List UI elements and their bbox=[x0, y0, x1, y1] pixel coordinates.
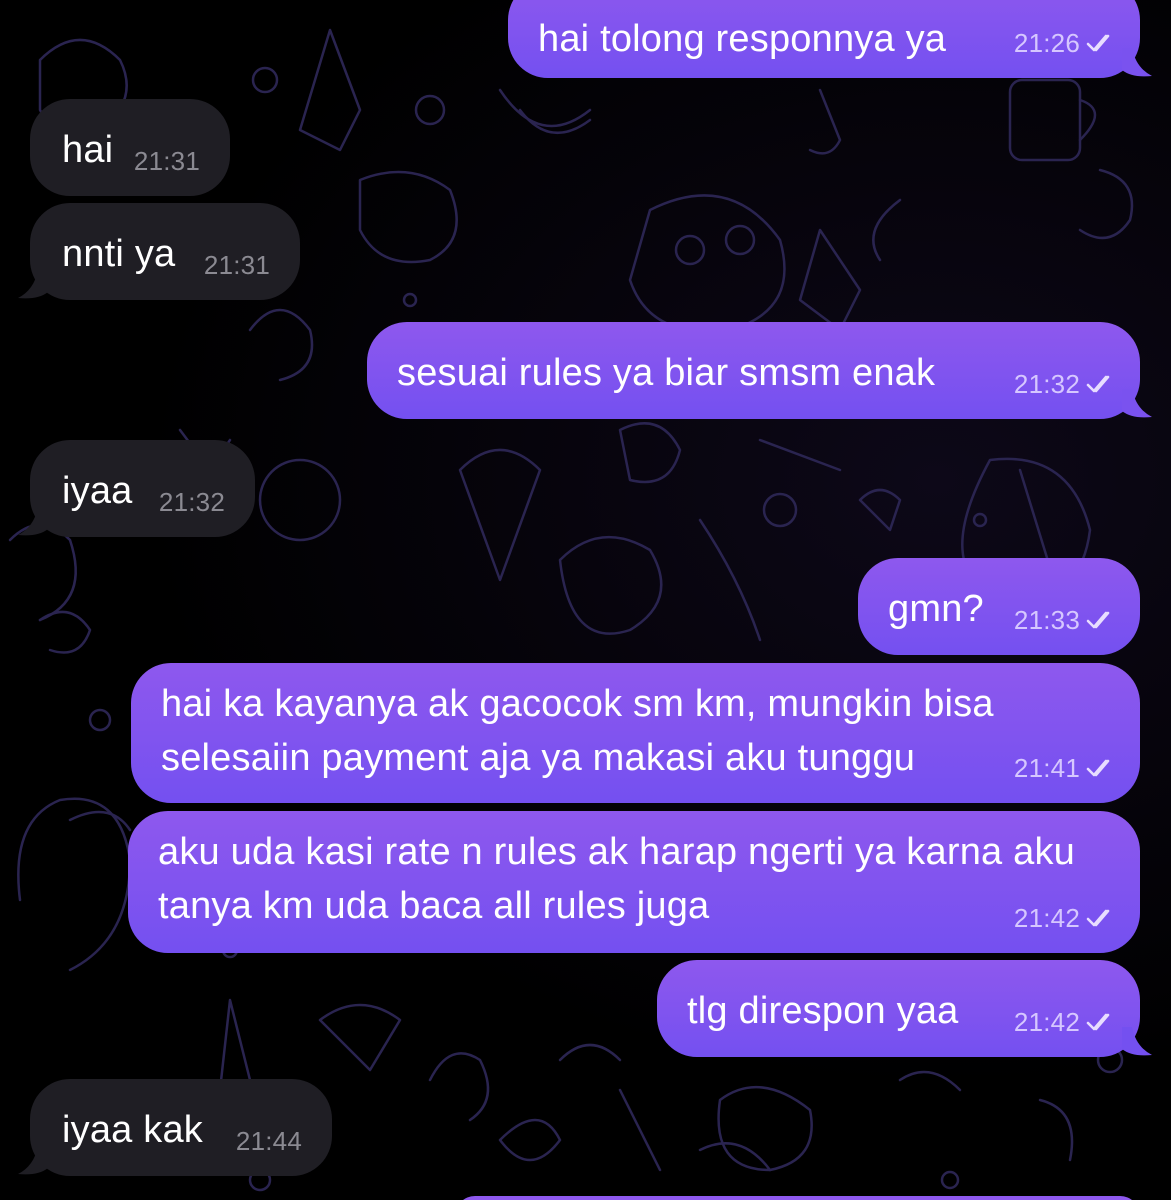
message-bubble-incoming[interactable]: nnti ya 21:31 bbox=[18, 203, 300, 300]
message-text: aku uda kasi rate n rules ak harap ngert… bbox=[158, 831, 1086, 927]
message-meta: 21:31 bbox=[204, 250, 270, 280]
message-meta: 21:42 bbox=[1014, 903, 1116, 933]
read-double-check-icon bbox=[1086, 375, 1110, 393]
message-bubble-outgoing[interactable]: gmn? 21:33 bbox=[858, 558, 1140, 655]
read-double-check-icon bbox=[1086, 1013, 1110, 1031]
message-meta: 21:32 bbox=[159, 487, 225, 517]
message-text: hai ka kayanya ak gacocok sm km, mungkin… bbox=[161, 683, 1005, 779]
message-meta: 21:26 bbox=[1014, 28, 1116, 58]
bubble-tail bbox=[18, 270, 48, 299]
message-time: 21:32 bbox=[1013, 369, 1080, 399]
message-time: 21:31 bbox=[133, 146, 200, 176]
message-bubble-incoming[interactable]: hai 21:31 bbox=[30, 99, 230, 196]
message-meta: 21:41 bbox=[1014, 753, 1116, 783]
message-text: sesuai rules ya biar smsm enak bbox=[397, 352, 936, 394]
message-meta: 21:32 bbox=[1014, 369, 1116, 399]
read-double-check-icon bbox=[1086, 909, 1110, 927]
bubble-tail bbox=[18, 1146, 48, 1175]
message-meta: 21:33 bbox=[1014, 605, 1116, 635]
bubble-tail bbox=[1122, 1027, 1152, 1056]
message-bubble-outgoing[interactable]: sesuai rules ya biar smsm enak 21:32 bbox=[367, 322, 1152, 419]
message-bubble-incoming[interactable]: iyaa kak 21:44 bbox=[18, 1079, 332, 1176]
bubble-tail bbox=[1122, 389, 1152, 418]
message-time: 21:41 bbox=[1013, 753, 1080, 783]
message-time: 21:44 bbox=[235, 1126, 302, 1156]
bubble-tail bbox=[1122, 48, 1152, 77]
read-double-check-icon bbox=[1086, 611, 1110, 629]
message-meta: 21:44 bbox=[236, 1126, 302, 1156]
message-bubble-outgoing[interactable]: hai tolong responnya ya 21:26 bbox=[508, 0, 1152, 78]
message-bubble-incoming[interactable]: iyaa 21:32 bbox=[18, 440, 255, 537]
message-time: 21:32 bbox=[158, 487, 225, 517]
message-time: 21:42 bbox=[1013, 1007, 1080, 1037]
read-double-check-icon bbox=[1086, 759, 1110, 777]
message-bubble-outgoing-partial[interactable] bbox=[455, 1196, 1140, 1200]
message-bubble-outgoing[interactable]: aku uda kasi rate n rules ak harap ngert… bbox=[128, 811, 1140, 953]
message-time: 21:31 bbox=[203, 250, 270, 280]
message-bubble-outgoing[interactable]: hai ka kayanya ak gacocok sm km, mungkin… bbox=[131, 663, 1140, 803]
chat-view[interactable]: hai tolong responnya ya 21:26 hai 21:31 … bbox=[0, 0, 1171, 1200]
bubble-tail bbox=[18, 507, 48, 536]
message-bubble-outgoing[interactable]: tlg direspon yaa 21:42 bbox=[657, 960, 1152, 1057]
message-meta: 21:42 bbox=[1014, 1007, 1116, 1037]
message-meta: 21:31 bbox=[134, 146, 200, 176]
message-time: 21:33 bbox=[1013, 605, 1080, 635]
read-double-check-icon bbox=[1086, 34, 1110, 52]
message-time: 21:26 bbox=[1013, 28, 1080, 58]
message-time: 21:42 bbox=[1013, 903, 1080, 933]
